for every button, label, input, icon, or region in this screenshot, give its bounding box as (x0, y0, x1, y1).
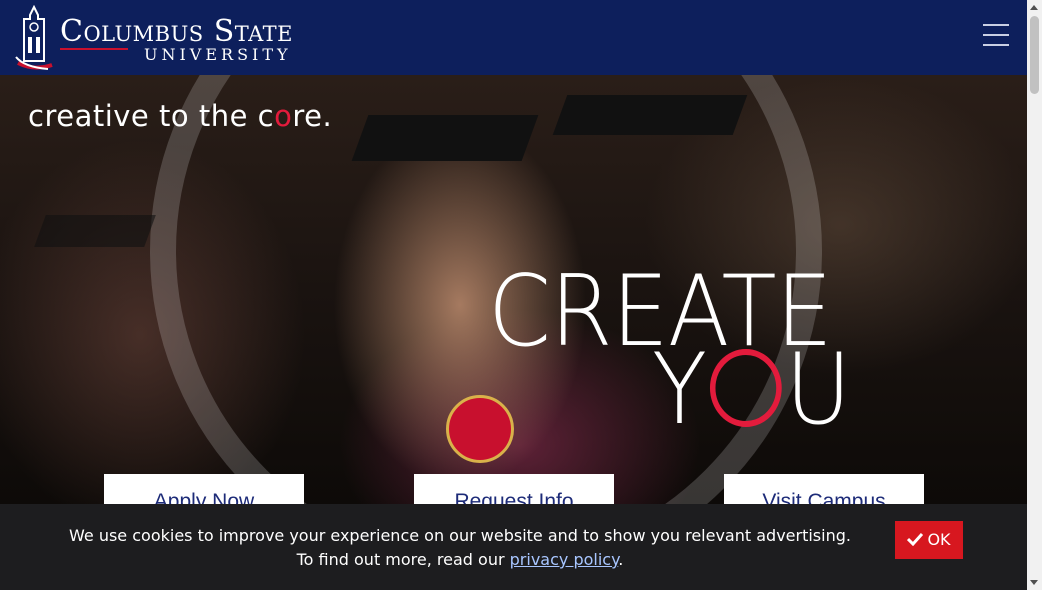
hero-banner: creative to the core. CREATE YU Apply No… (0, 75, 1027, 505)
cookie-message-period: . (618, 550, 624, 569)
apply-now-button[interactable]: Apply Now (104, 474, 304, 505)
logo-subtitle: UNIVERSITY (144, 45, 292, 64)
scroll-up-arrow-icon[interactable] (1030, 5, 1038, 10)
site-header: Columbus State UNIVERSITY (0, 0, 1027, 75)
visit-campus-button[interactable]: Visit Campus (724, 474, 924, 505)
headline-you: YU (652, 341, 851, 439)
menu-bar (983, 34, 1009, 36)
cookie-ok-button[interactable]: OK (895, 521, 963, 559)
cookie-banner: We use cookies to improve your experienc… (0, 504, 1027, 590)
check-icon (907, 532, 924, 547)
menu-bar (983, 44, 1009, 46)
cookie-message-text: We use cookies to improve your experienc… (69, 526, 851, 569)
clock-tower-icon (15, 5, 53, 70)
graduation-cap (351, 115, 539, 161)
cookie-ok-label: OK (927, 530, 951, 549)
logo-name: Columbus State (60, 14, 293, 49)
headline-you-y: Y (652, 333, 707, 447)
tagline: creative to the core. (28, 99, 332, 133)
university-logo[interactable]: Columbus State UNIVERSITY (14, 5, 314, 71)
hamburger-menu-icon[interactable] (983, 24, 1009, 48)
scroll-down-arrow-icon[interactable] (1030, 580, 1038, 585)
scrollbar-thumb[interactable] (1030, 16, 1039, 94)
tagline-end: re. (292, 99, 333, 133)
privacy-policy-link[interactable]: privacy policy (510, 550, 619, 569)
tagline-accent: o (274, 99, 293, 133)
request-info-button[interactable]: Request Info (414, 474, 614, 505)
page-scrollbar[interactable] (1027, 0, 1042, 590)
red-o-icon (709, 349, 782, 427)
cookie-message: We use cookies to improve your experienc… (60, 524, 860, 572)
graduation-cap (34, 215, 156, 247)
headline-you-u: U (785, 333, 851, 447)
logo-divider (60, 48, 128, 50)
graduation-seal (446, 395, 514, 463)
menu-bar (983, 24, 1009, 26)
tagline-start: creative to the c (28, 99, 275, 133)
graduation-cap (552, 95, 748, 135)
